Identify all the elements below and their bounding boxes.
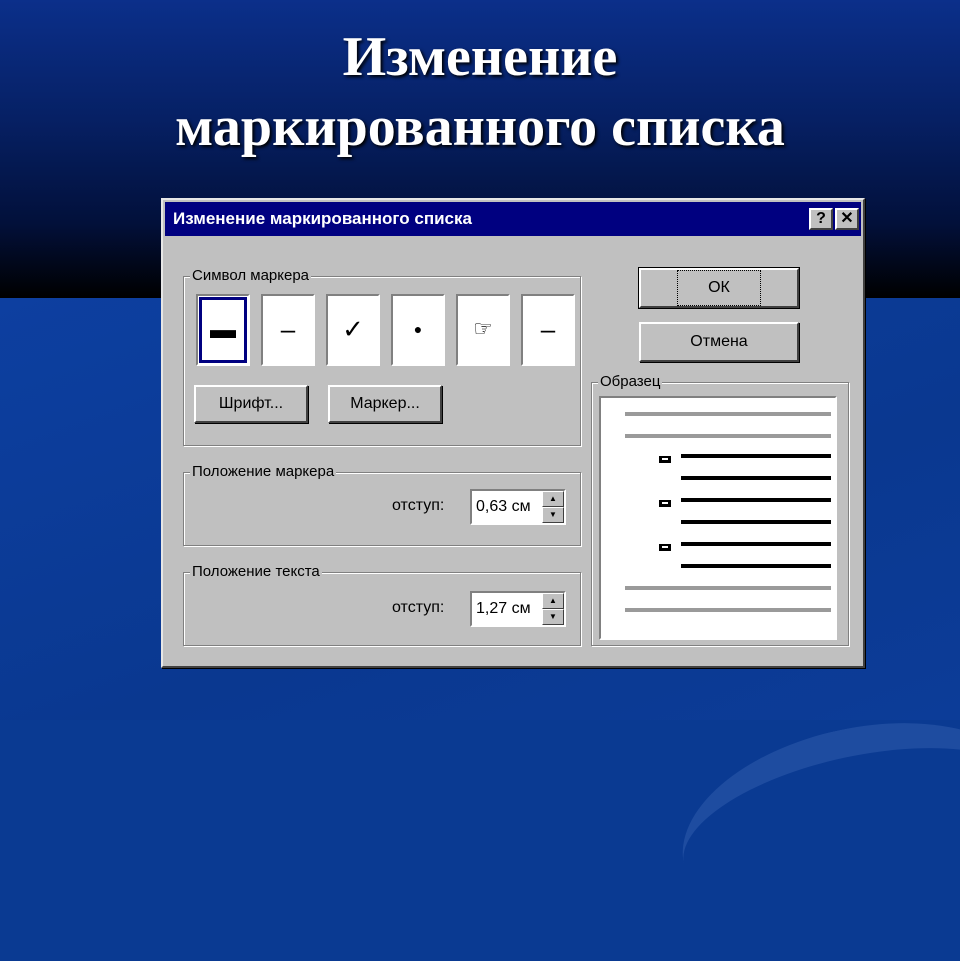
marker-indent-up-icon[interactable]: ▲ (542, 491, 564, 507)
preview-line (681, 564, 831, 568)
font-button[interactable]: Шрифт... (194, 385, 308, 423)
decorative-swoosh (663, 692, 960, 961)
bullet-dialog: Изменение маркированного списка ? ✕ Симв… (161, 198, 865, 668)
marker-button[interactable]: Маркер... (328, 385, 442, 423)
slide-title: Изменение маркированного списка (175, 26, 785, 158)
symbol-group-label: Символ маркера (190, 267, 312, 284)
ok-button-label: ОК (677, 270, 761, 306)
preview-bullet-icon (659, 456, 671, 463)
marker-option-4[interactable]: ● (391, 294, 445, 366)
marker-indent-value[interactable]: 0,63 см (476, 498, 531, 516)
text-position-group: Положение текста отступ: 1,27 см ▲ ▼ (183, 563, 581, 646)
marker-position-label: Положение маркера (190, 463, 337, 480)
preview-area (599, 396, 837, 640)
marker-indent-stepper[interactable]: 0,63 см ▲ ▼ (470, 489, 566, 525)
preview-line (681, 542, 831, 546)
ok-button[interactable]: ОК (638, 267, 800, 309)
preview-bullet-icon (659, 544, 671, 551)
text-indent-stepper[interactable]: 1,27 см ▲ ▼ (470, 591, 566, 627)
marker-position-group: Положение маркера отступ: 0,63 см ▲ ▼ (183, 463, 581, 546)
text-indent-up-icon[interactable]: ▲ (542, 593, 564, 609)
text-position-label: Положение текста (190, 563, 322, 580)
text-indent-label: отступ: (392, 599, 445, 616)
symbol-group: Символ маркера ▬ – ✓ ● ☞ – Шрифт... Марк… (183, 267, 581, 446)
dialog-title: Изменение маркированного списка (173, 209, 472, 228)
preview-line (681, 454, 831, 458)
preview-bullet-icon (659, 500, 671, 507)
preview-line (625, 608, 831, 612)
preview-line (625, 586, 831, 590)
cancel-button[interactable]: Отмена (639, 322, 799, 362)
help-button[interactable]: ? (809, 208, 833, 230)
preview-line (625, 434, 831, 438)
text-indent-value[interactable]: 1,27 см (476, 600, 531, 618)
preview-line (681, 476, 831, 480)
close-button[interactable]: ✕ (835, 208, 859, 230)
preview-line (681, 520, 831, 524)
marker-option-2[interactable]: – (261, 294, 315, 366)
marker-option-1[interactable]: ▬ (196, 294, 250, 366)
marker-option-3[interactable]: ✓ (326, 294, 380, 366)
preview-line (681, 498, 831, 502)
text-indent-down-icon[interactable]: ▼ (542, 609, 564, 625)
marker-indent-down-icon[interactable]: ▼ (542, 507, 564, 523)
preview-line (625, 412, 831, 416)
marker-option-5[interactable]: ☞ (456, 294, 510, 366)
preview-label: Образец (598, 373, 663, 390)
dialog-titlebar: Изменение маркированного списка ? ✕ (165, 202, 861, 236)
marker-option-6[interactable]: – (521, 294, 575, 366)
marker-indent-label: отступ: (392, 497, 445, 514)
